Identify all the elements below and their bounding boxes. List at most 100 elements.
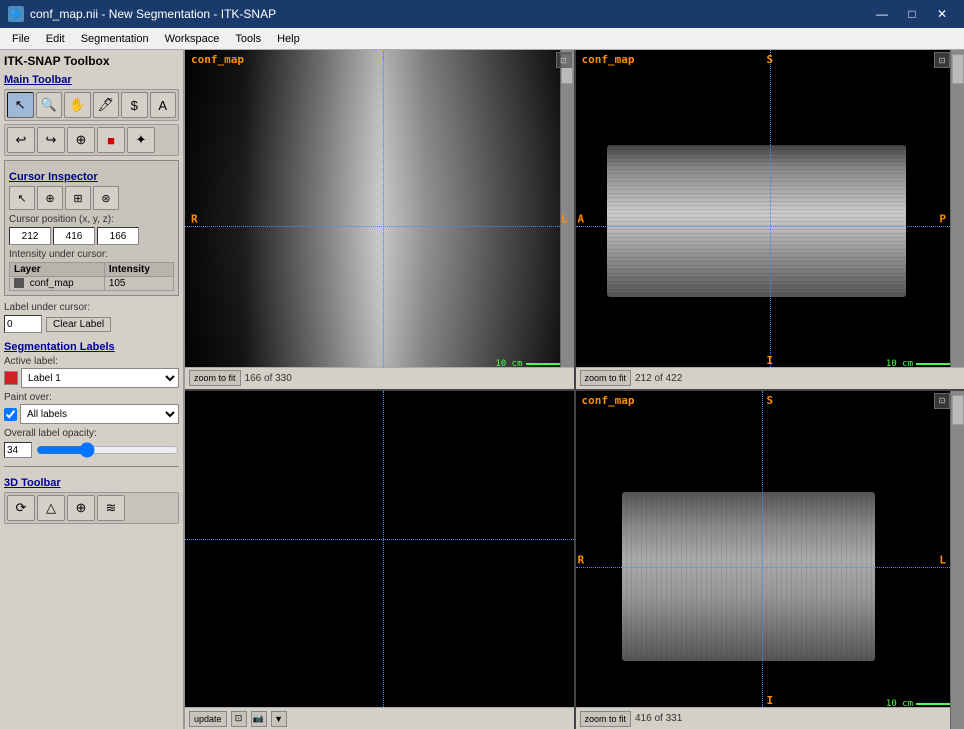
vp2-label: conf_map <box>582 53 635 66</box>
undo-btn[interactable]: ↩ <box>7 127 35 153</box>
vp2-expand-btn[interactable]: ⊡ <box>934 52 950 68</box>
vp3-update-btn[interactable]: update <box>189 711 227 727</box>
vp4-mri-lines <box>622 492 875 661</box>
vp2-zoom-fit-btn[interactable]: zoom to fit <box>580 370 632 386</box>
vp4-scrollbar[interactable] <box>950 391 964 729</box>
menu-help[interactable]: Help <box>269 31 308 47</box>
vp2-mri-lines <box>607 145 906 297</box>
vp3-icon2[interactable]: 📷 <box>251 711 267 727</box>
main-toolbar-header: Main Toolbar <box>4 74 179 86</box>
vp1-expand-btn[interactable]: ⊡ <box>556 52 572 68</box>
menu-segmentation[interactable]: Segmentation <box>73 31 157 47</box>
vp1-r-label: R <box>191 213 198 226</box>
cursor-x-input[interactable] <box>9 227 51 245</box>
vp1-zoom-fit-btn[interactable]: zoom to fit <box>189 370 241 386</box>
vp1-bottom-bar: zoom to fit 166 of 330 <box>185 367 574 389</box>
inspector-extra-btn[interactable]: ⊛ <box>93 186 119 210</box>
vp4-l-label: L <box>939 553 946 566</box>
cursor-inspector-header: Cursor Inspector <box>9 171 174 183</box>
opacity-slider[interactable] <box>36 443 179 457</box>
vp4-scroll-thumb[interactable] <box>952 395 964 425</box>
3d-tool4[interactable]: ≋ <box>97 495 125 521</box>
seg-labels-header: Segmentation Labels <box>4 341 179 353</box>
menu-file[interactable]: File <box>4 31 38 47</box>
inspector-zoom-btn[interactable]: ⊕ <box>37 186 63 210</box>
vp2-a-label: A <box>578 213 585 226</box>
vp3-icon1[interactable]: ⊡ <box>231 711 247 727</box>
vp3-icon3[interactable]: ▼ <box>271 711 287 727</box>
inspector-cursor-btn[interactable]: ↖ <box>9 186 35 210</box>
vp3-crosshair-h <box>185 539 574 540</box>
vp4-crosshair-v <box>762 391 763 729</box>
intensity-layer-cell: conf_map <box>10 277 105 291</box>
maximize-button[interactable]: □ <box>898 2 926 26</box>
cursor-y-input[interactable] <box>53 227 95 245</box>
vp2-p-label: P <box>939 213 946 226</box>
vp1-crosshair-v <box>383 50 384 389</box>
3d-tool3[interactable]: ⊕ <box>67 495 95 521</box>
vp4-expand-btn[interactable]: ⊡ <box>934 393 950 409</box>
menu-workspace[interactable]: Workspace <box>157 31 228 47</box>
opacity-input[interactable] <box>4 442 32 458</box>
pan-tool-btn[interactable]: ✋ <box>64 92 91 118</box>
cursor-pos-inputs <box>9 227 174 245</box>
toolbar-3d-row: ⟳ △ ⊕ ≋ <box>4 492 179 524</box>
vp1-slice-info: 166 of 330 <box>245 373 292 384</box>
menu-bar: File Edit Segmentation Workspace Tools H… <box>0 28 964 50</box>
vp4-label: conf_map <box>582 394 635 407</box>
viewport-2[interactable]: conf_map S I A P 10 cm ⊡ zoom to <box>576 50 964 389</box>
viewport-3[interactable]: update ⊡ 📷 ▼ <box>185 391 574 729</box>
intensity-table: Layer Intensity conf_map 105 <box>9 262 174 291</box>
toolbar-3d-header: 3D Toolbar <box>4 477 179 489</box>
zoom-tool-btn[interactable]: 🔍 <box>36 92 63 118</box>
opacity-label: Overall label opacity: <box>4 428 179 439</box>
vp2-scrollbar[interactable] <box>950 50 964 389</box>
cursor-pos-label: Cursor position (x, y, z): <box>9 214 174 225</box>
viewport-4[interactable]: conf_map S I R L 10 cm ⊡ <box>576 391 964 729</box>
vp2-slice-info: 212 of 422 <box>635 373 682 384</box>
active-label-select-wrapper: Label 1 <box>4 368 179 388</box>
inspector-grid-btn[interactable]: ⊞ <box>65 186 91 210</box>
menu-edit[interactable]: Edit <box>38 31 73 47</box>
paint-over-select[interactable]: All labels <box>20 404 179 424</box>
clear-label-btn[interactable]: Clear Label <box>46 317 111 332</box>
3d-tool2[interactable]: △ <box>37 495 65 521</box>
settings-btn[interactable]: ✦ <box>127 127 155 153</box>
vp2-expand-wrapper: ⊡ <box>934 52 950 68</box>
active-label-label: Active label: <box>4 356 179 367</box>
intensity-layer-name: conf_map <box>30 278 74 289</box>
viewport-1[interactable]: conf_map R L 10 cm ⊡ <box>185 50 574 389</box>
text-tool-btn[interactable]: A <box>150 92 177 118</box>
vp2-s-label: S <box>766 53 773 66</box>
cursor-z-input[interactable] <box>97 227 139 245</box>
active-label-select[interactable]: Label 1 <box>21 368 179 388</box>
paint-over-checkbox[interactable] <box>4 408 17 421</box>
intensity-value-cell: 105 <box>104 277 173 291</box>
label-num-input[interactable] <box>4 315 42 333</box>
close-button[interactable]: ✕ <box>928 2 956 26</box>
layers-btn[interactable]: ⊕ <box>67 127 95 153</box>
vp1-l-label: L <box>561 213 568 226</box>
seg-labels-section: Segmentation Labels Active label: Label … <box>4 341 179 458</box>
label-row: Clear Label <box>4 315 179 333</box>
minimize-button[interactable]: — <box>868 2 896 26</box>
cursor-tool-btn[interactable]: ↖ <box>7 92 34 118</box>
label-color-swatch <box>4 371 18 385</box>
paint-tool-btn[interactable]: 🖊 <box>93 92 120 118</box>
redo-btn[interactable]: ↪ <box>37 127 65 153</box>
polygon-tool-btn[interactable]: $ <box>121 92 148 118</box>
intensity-col1-header: Layer <box>10 263 105 277</box>
label-btn[interactable]: ■ <box>97 127 125 153</box>
vp1-label: conf_map <box>191 53 244 66</box>
viewport-grid: conf_map R L 10 cm ⊡ <box>185 50 964 729</box>
intensity-row: conf_map 105 <box>10 277 174 291</box>
3d-tool1[interactable]: ⟳ <box>7 495 35 521</box>
menu-tools[interactable]: Tools <box>227 31 269 47</box>
vp4-zoom-btn[interactable]: zoom to fit <box>580 711 632 727</box>
vp2-scroll-thumb[interactable] <box>952 54 964 84</box>
label-under-cursor-label: Label under cursor: <box>4 302 179 313</box>
label-under-cursor-section: Label under cursor: Clear Label <box>4 302 179 333</box>
vp1-toolbar: ⊡ <box>556 52 572 68</box>
vp2-bottom-bar: zoom to fit 212 of 422 <box>576 367 964 389</box>
main-toolbar-row1: ↖ 🔍 ✋ 🖊 $ A <box>4 89 179 121</box>
